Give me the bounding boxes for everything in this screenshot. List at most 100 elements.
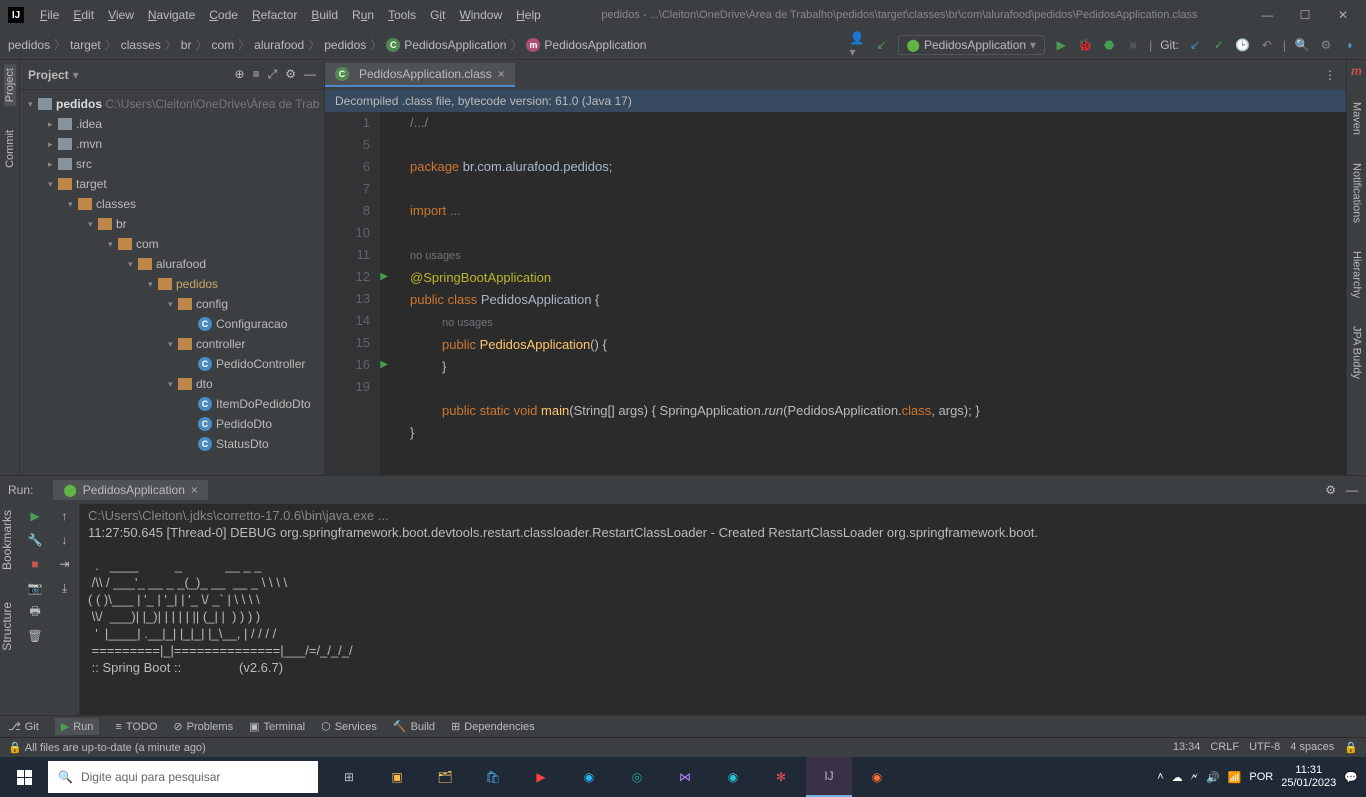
coverage-button[interactable]: ⬣: [1101, 37, 1117, 53]
tree-item[interactable]: ▾pedidos: [20, 274, 324, 294]
debug-button[interactable]: 🐞: [1077, 37, 1093, 53]
dependencies-tool-button[interactable]: ⊞Dependencies: [451, 720, 535, 733]
app-icon[interactable]: ◉: [710, 757, 756, 797]
git-rollback-icon[interactable]: ↶: [1259, 37, 1275, 53]
tray-chevron-icon[interactable]: ˄: [1157, 771, 1163, 783]
line-sep[interactable]: CRLF: [1210, 741, 1239, 754]
windows-search[interactable]: 🔍Digite aqui para pesquisar: [48, 761, 318, 793]
notifications-tool-button[interactable]: Notifications: [1351, 159, 1363, 227]
lock-icon[interactable]: 🔒: [8, 741, 22, 754]
crumb[interactable]: PedidosApplication: [544, 38, 646, 52]
menu-run[interactable]: Run: [346, 4, 380, 26]
tree-item[interactable]: ▾controller: [20, 334, 324, 354]
tree-item[interactable]: ▾target: [20, 174, 324, 194]
scroll-icon[interactable]: ⤓: [57, 580, 73, 596]
crumb[interactable]: br: [181, 38, 192, 52]
settings-icon[interactable]: ⚙: [1318, 37, 1334, 53]
maximize-button[interactable]: ☐: [1290, 8, 1320, 22]
git-update-icon[interactable]: ↙: [1187, 37, 1203, 53]
run-button[interactable]: ▶: [1053, 37, 1069, 53]
crumb[interactable]: com: [211, 38, 234, 52]
tree-item[interactable]: ▸.mvn: [20, 134, 324, 154]
console[interactable]: C:\Users\Cleiton\.jdks\corretto-17.0.6\b…: [80, 504, 1366, 715]
settings-icon[interactable]: ⚙: [285, 67, 296, 82]
tree-item[interactable]: CPedidoController: [20, 354, 324, 374]
jpa-tool-button[interactable]: JPA Buddy: [1351, 322, 1363, 383]
run-gutter-icon[interactable]: ▶: [380, 354, 388, 376]
maven-m-icon[interactable]: m: [1351, 64, 1362, 78]
close-run-tab-icon[interactable]: ×: [191, 483, 198, 497]
run-tab[interactable]: ⬤ PedidosApplication ×: [53, 480, 208, 500]
hammer-icon[interactable]: ↙: [874, 37, 890, 53]
tray-cloud-icon[interactable]: ☁: [1172, 771, 1183, 784]
print-icon[interactable]: 🖶: [27, 604, 43, 620]
crumb[interactable]: alurafood: [254, 38, 304, 52]
tree-root[interactable]: ▾pedidos C:\Users\Cleiton\OneDrive\Área …: [20, 94, 324, 114]
start-button[interactable]: [0, 757, 48, 797]
avatar-icon[interactable]: ◗: [1342, 37, 1358, 53]
menu-edit[interactable]: Edit: [67, 4, 100, 26]
git-tool-button[interactable]: ⎇Git: [8, 720, 39, 733]
stop-button[interactable]: ■: [1125, 37, 1141, 53]
tree-item[interactable]: ▸.idea: [20, 114, 324, 134]
menu-tools[interactable]: Tools: [382, 4, 422, 26]
select-opened-icon[interactable]: ⊕: [235, 67, 245, 82]
tree-item[interactable]: CConfiguracao: [20, 314, 324, 334]
tray-lang[interactable]: POR: [1249, 771, 1273, 783]
run-gutter-icon[interactable]: ▶: [380, 266, 388, 288]
editor-tab[interactable]: C PedidosApplication.class ×: [325, 63, 515, 87]
crumb[interactable]: PedidosApplication: [404, 38, 506, 52]
collapse-icon[interactable]: ⤢: [268, 67, 278, 82]
menu-window[interactable]: Window: [453, 4, 508, 26]
store-icon[interactable]: 🛍: [470, 757, 516, 797]
encoding[interactable]: UTF-8: [1249, 741, 1280, 754]
close-button[interactable]: ✕: [1328, 8, 1358, 22]
menu-help[interactable]: Help: [510, 4, 547, 26]
tree-item[interactable]: ▾dto: [20, 374, 324, 394]
menu-refactor[interactable]: Refactor: [246, 4, 303, 26]
trash-icon[interactable]: 🗑: [27, 628, 43, 644]
tray-notifications-icon[interactable]: 💬: [1344, 771, 1358, 784]
maven-tool-button[interactable]: Maven: [1351, 98, 1363, 139]
taskview-icon[interactable]: ⊞: [326, 757, 372, 797]
breadcrumb[interactable]: pedidos〉 target〉 classes〉 br〉 com〉 alura…: [8, 36, 646, 53]
minimize-button[interactable]: ―: [1252, 8, 1282, 22]
menu-view[interactable]: View: [102, 4, 140, 26]
expand-icon[interactable]: ≡: [253, 67, 260, 82]
edge-icon[interactable]: ◉: [566, 757, 612, 797]
run-config-selector[interactable]: ⬤ PedidosApplication ▾: [898, 35, 1046, 55]
crumb[interactable]: pedidos: [324, 38, 366, 52]
tray-volume-icon[interactable]: 🔊: [1206, 771, 1220, 784]
wrap-icon[interactable]: ⇥: [57, 556, 73, 572]
build-tool-button[interactable]: 🔨Build: [393, 720, 435, 733]
tree-item[interactable]: ▾br: [20, 214, 324, 234]
rerun-button[interactable]: ▶: [27, 508, 43, 524]
project-tree[interactable]: ▾pedidos C:\Users\Cleiton\OneDrive\Área …: [20, 90, 324, 475]
app-icon[interactable]: ✻: [758, 757, 804, 797]
structure-tool-button[interactable]: Structure: [0, 596, 14, 657]
tree-item[interactable]: ▾alurafood: [20, 254, 324, 274]
tree-item[interactable]: CPedidoDto: [20, 414, 324, 434]
tree-item[interactable]: ▸src: [20, 154, 324, 174]
tree-item[interactable]: ▾com: [20, 234, 324, 254]
indent[interactable]: 4 spaces: [1290, 741, 1334, 754]
menu-code[interactable]: Code: [203, 4, 244, 26]
tool-icon[interactable]: 🔧: [27, 532, 43, 548]
explorer-icon[interactable]: 🗂: [422, 757, 468, 797]
project-tool-button[interactable]: Project: [4, 64, 16, 106]
user-icon[interactable]: 👤▾: [850, 37, 866, 53]
git-history-icon[interactable]: 🕒: [1235, 37, 1251, 53]
run-settings-icon[interactable]: ⚙: [1325, 483, 1336, 497]
tree-item[interactable]: CStatusDto: [20, 434, 324, 454]
vs-icon[interactable]: ⋈: [662, 757, 708, 797]
commit-tool-button[interactable]: Commit: [4, 126, 16, 172]
terminal-tool-button[interactable]: ▣Terminal: [249, 720, 305, 733]
readonly-icon[interactable]: 🔒: [1344, 741, 1358, 754]
search-icon[interactable]: 🔍: [1294, 37, 1310, 53]
tray-battery-icon[interactable]: 🗲: [1191, 771, 1198, 784]
run-tool-button[interactable]: ▶Run: [55, 718, 100, 735]
menu-navigate[interactable]: Navigate: [142, 4, 201, 26]
stop-button[interactable]: ■: [27, 556, 43, 572]
movies-icon[interactable]: ▶: [518, 757, 564, 797]
menu-file[interactable]: File: [34, 4, 65, 26]
